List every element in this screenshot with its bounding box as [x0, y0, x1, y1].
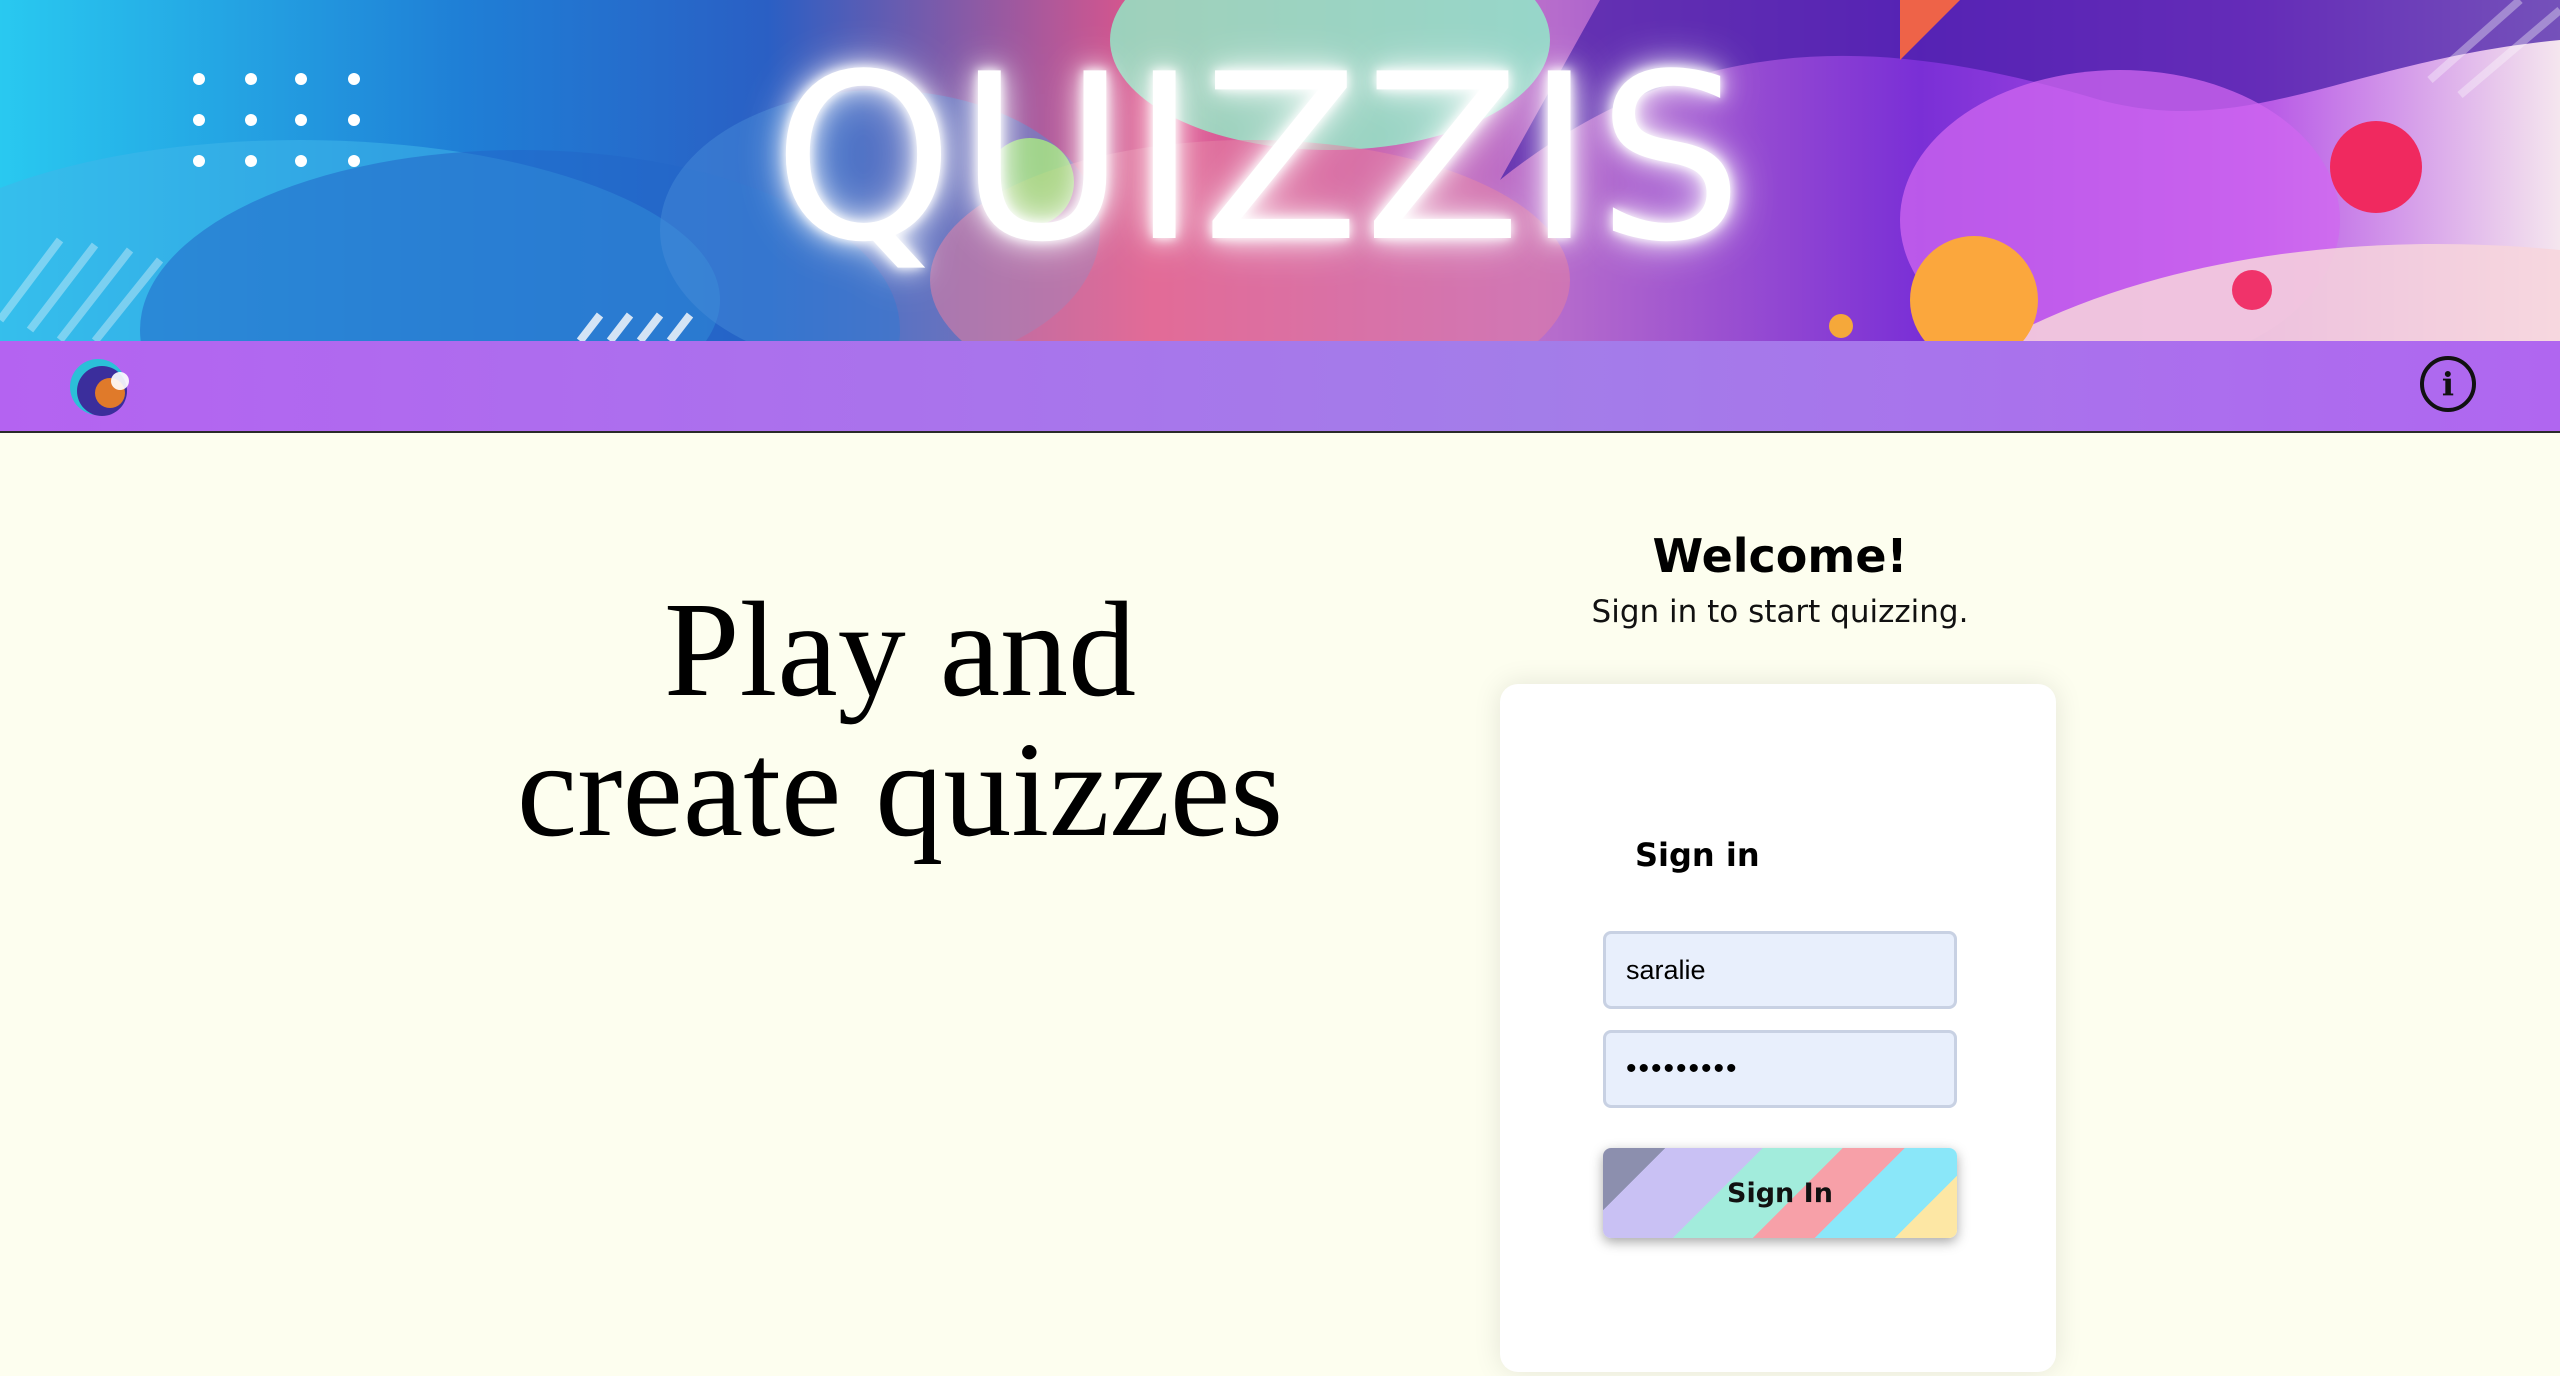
banner-title: QUIZZIS [772, 26, 1748, 293]
welcome-title: Welcome! [1652, 529, 1908, 583]
navbar: i [0, 341, 2560, 433]
info-icon: i [2441, 365, 2455, 403]
signin-card: Sign in Sign In [1500, 684, 2056, 1372]
welcome-subtitle: Sign in to start quizzing. [1591, 594, 1969, 630]
hero-line-1: Play and [663, 575, 1137, 725]
hero-text: Play and create quizzes [400, 580, 1400, 860]
header-banner: QUIZZIS [0, 0, 2560, 341]
info-button[interactable]: i [2420, 356, 2476, 412]
password-input[interactable] [1603, 1030, 1957, 1108]
signin-button[interactable]: Sign In [1603, 1148, 1957, 1238]
app-logo-icon[interactable] [68, 353, 132, 417]
signin-heading: Sign in [1635, 836, 1760, 874]
welcome-section: Welcome! Sign in to start quizzing. [1480, 524, 2080, 636]
username-input[interactable] [1603, 931, 1957, 1009]
hero-line-2: create quizzes [516, 715, 1284, 865]
